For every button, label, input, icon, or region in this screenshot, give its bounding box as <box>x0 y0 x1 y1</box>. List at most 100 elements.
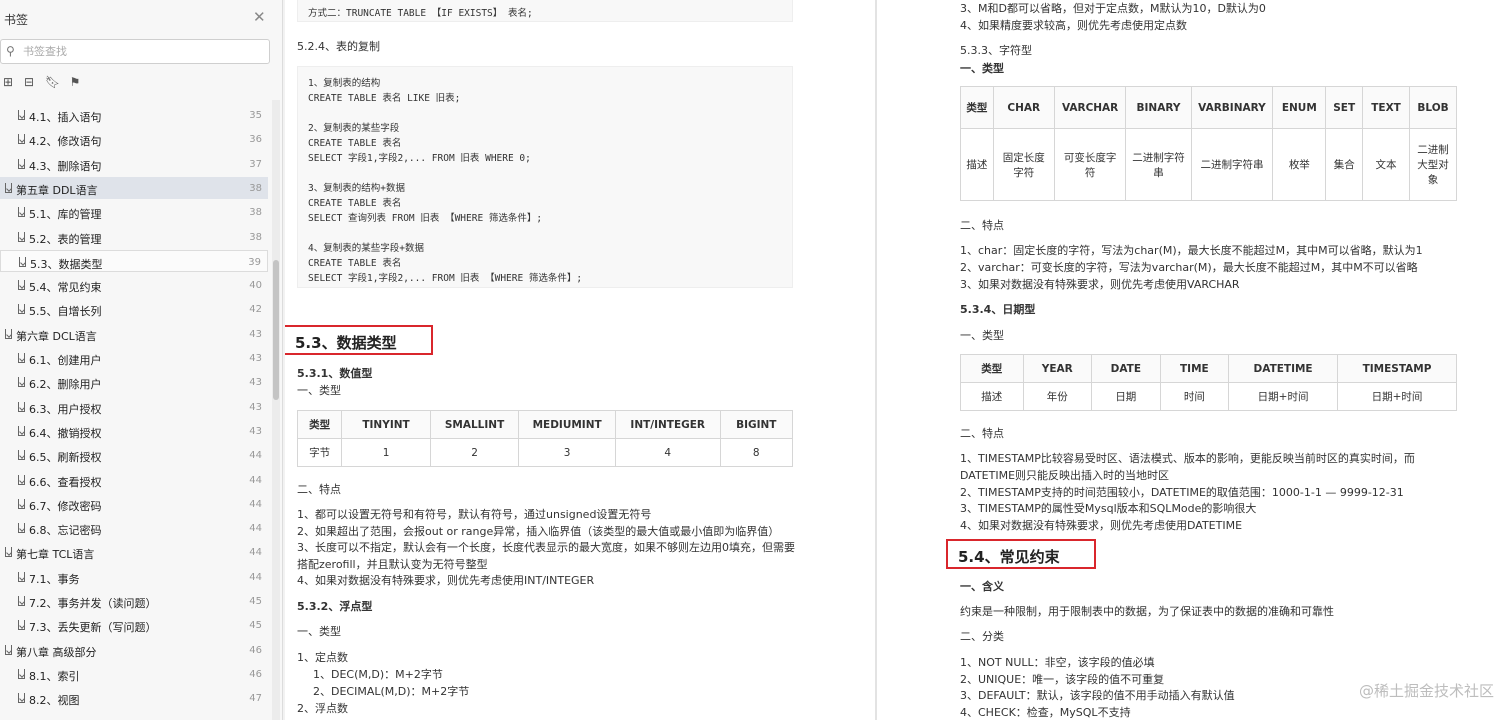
table-header-cell: SET <box>1325 86 1364 129</box>
table-header-cell: INT/INTEGER <box>614 410 721 439</box>
bookmark-icon <box>18 523 25 534</box>
bookmark-item-label: 6.4、撤销授权 <box>29 426 102 440</box>
table-header-cell: TEXT <box>1362 86 1411 129</box>
table-cell: 二进制大型对象 <box>1409 128 1457 201</box>
list-line: 2、TIMESTAMP支持的时间范围较小，DATETIME的取值范围：1000-… <box>960 485 1404 499</box>
bookmark-item[interactable]: 第八章 高级部分 46 <box>0 639 268 661</box>
list-line: 1、定点数 <box>297 651 348 664</box>
add-bookmark-icon[interactable]: 🔖︎ <box>45 74 60 90</box>
table-cell: 文本 <box>1362 128 1411 201</box>
bookmark-icon <box>19 256 26 267</box>
table-cell: 日期+时间 <box>1228 382 1339 411</box>
bookmark-item[interactable]: 5.1、库的管理 38 <box>0 201 268 223</box>
bookmark-item-page: 44 <box>249 498 262 510</box>
bookmark-icon <box>18 401 25 412</box>
bookmark-search-box[interactable]: ⚲ <box>0 39 270 64</box>
list-line: 1、NOT NULL：非空，该字段的值必填 <box>960 656 1155 669</box>
table-cell: 4 <box>614 438 721 467</box>
bookmark-item[interactable]: 7.1、事务 44 <box>0 566 268 588</box>
table-cell: 2 <box>429 438 520 467</box>
table-header-cell: 类型 <box>960 86 994 129</box>
bookmark-item-label: 7.2、事务并发（读问题） <box>29 597 157 610</box>
bookmark-item[interactable]: 4.3、删除语句 37 <box>0 153 268 175</box>
table-header-cell: VARBINARY <box>1190 86 1274 129</box>
bookmark-item[interactable]: 5.3、数据类型 39 <box>0 249 268 272</box>
subsection-heading-5-3-1: 5.3.1、数值型 <box>297 367 373 380</box>
bookmark-item-page: 44 <box>249 547 262 559</box>
table-cell: 字节 <box>296 438 343 467</box>
bookmark-icon <box>18 498 25 509</box>
code-line: SELECT 字段1,字段2,... FROM 旧表 【WHERE 筛选条件】; <box>308 273 583 284</box>
watermark: @稀土掘金技术社区 <box>1358 682 1494 700</box>
section-heading-5-3: 5.3、数据类型 <box>285 325 433 355</box>
subsection-heading-5-3-3: 5.3.3、字符型 <box>960 44 1032 57</box>
bookmark-item-page: 36 <box>249 134 262 146</box>
bookmark-item[interactable]: 第五章 DDL语言 38 <box>0 176 268 199</box>
bookmark-item[interactable]: 6.7、修改密码 44 <box>0 493 268 515</box>
bookmark-icon <box>18 134 25 145</box>
bookmark-item-label: 第八章 高级部分 <box>16 645 97 659</box>
bookmark-item[interactable]: 6.1、创建用户 43 <box>0 347 268 369</box>
bookmark-item-label: 4.3、删除语句 <box>29 159 102 173</box>
table-cell: 二进制字符串 <box>1125 128 1192 201</box>
bookmark-item[interactable]: 6.6、查看授权 44 <box>0 469 268 491</box>
bookmark-icon <box>18 158 25 169</box>
bookmark-item[interactable]: 4.2、修改语句 36 <box>0 128 268 150</box>
code-line: SELECT 字段1,字段2,... FROM 旧表 WHERE 0; <box>308 153 531 164</box>
bookmark-item[interactable]: 4.1、插入语句 35 <box>0 104 268 126</box>
bookmark-item-label: 4.2、修改语句 <box>29 135 102 149</box>
bookmark-icon <box>5 328 12 339</box>
bookmark-item-label: 8.1、索引 <box>29 669 80 683</box>
bookmark-item[interactable]: 8.2、视图 47 <box>0 687 268 709</box>
bookmark-icon <box>18 207 25 218</box>
close-icon[interactable]: ✕ <box>253 9 266 25</box>
table-header-cell: 类型 <box>296 410 343 439</box>
bookmark-item-label: 5.4、常见约束 <box>29 281 102 295</box>
code-line: CREATE TABLE 表名 <box>308 198 402 209</box>
bookmark-item-page: 44 <box>249 571 262 583</box>
table-header-cell: SMALLINT <box>429 410 520 439</box>
bookmark-item-page: 37 <box>249 158 262 170</box>
code-line: SELECT 查询列表 FROM 旧表 【WHERE 筛选条件】; <box>308 213 543 224</box>
bookmark-options-icon[interactable]: ⚑ <box>68 74 82 90</box>
bookmark-item[interactable]: 6.3、用户授权 43 <box>0 396 268 418</box>
bookmark-icon <box>18 377 25 388</box>
bookmark-item[interactable]: 5.2、表的管理 38 <box>0 226 268 248</box>
bookmark-item-label: 6.5、刷新授权 <box>29 451 102 465</box>
bookmark-item[interactable]: 6.2、删除用户 43 <box>0 371 268 393</box>
bookmark-item[interactable]: 5.4、常见约束 40 <box>0 274 268 296</box>
bookmark-icon <box>5 182 12 193</box>
bookmark-item[interactable]: 5.5、自增长列 42 <box>0 298 268 320</box>
bookmark-item[interactable]: 6.8、忘记密码 44 <box>0 517 268 539</box>
expand-all-icon[interactable]: ⊞ <box>1 74 15 90</box>
bookmark-icon <box>18 668 25 679</box>
label-features-date: 二、特点 <box>960 427 1004 440</box>
bookmark-item-page: 44 <box>249 523 262 535</box>
list-line: 3、M和D都可以省略，但对于定点数，M默认为10，D默认为0 <box>960 2 1266 15</box>
code-line: 1、复制表的结构 <box>308 78 381 89</box>
bookmark-item[interactable]: 第六章 DCL语言 43 <box>0 323 268 345</box>
bookmark-item[interactable]: 8.1、索引 46 <box>0 663 268 685</box>
collapse-all-icon[interactable]: ⊟ <box>22 74 36 90</box>
table-header-row: 类型 CHAR VARCHAR BINARY VARBINARY ENUM SET TEXT B… <box>960 86 1457 129</box>
bookmark-item[interactable]: 6.4、撤销授权 43 <box>0 420 268 442</box>
table-header-row: 类型 TINYINT SMALLINT MEDIUMINT INT/INTEGER BIG… <box>296 410 794 439</box>
table-row: 描述 年份 日期 时间 日期+时间 日期+时间 <box>960 382 1457 411</box>
document-page-right: 3、M和D都可以省略，但对于定点数，M默认为10，D默认为0 4、如果精度要求较高… <box>877 0 1512 720</box>
bookmark-search-input[interactable] <box>23 43 263 60</box>
scrollbar-thumb[interactable] <box>273 260 279 400</box>
date-type-table: 类型 YEAR DATE TIME DATETIME TIMESTAMP 描述 年份 日期 时间日… <box>960 354 1457 411</box>
table-header-cell: VARCHAR <box>1053 86 1127 129</box>
table-cell: 1 <box>341 438 431 467</box>
table-header-cell: ENUM <box>1272 86 1327 129</box>
table-cell: 枚举 <box>1272 128 1327 201</box>
bookmark-item[interactable]: 6.5、刷新授权 44 <box>0 444 268 466</box>
bookmark-item[interactable]: 7.3、丢失更新（写问题） 45 <box>0 614 268 636</box>
bookmark-item-page: 44 <box>249 474 262 486</box>
bookmark-item[interactable]: 7.2、事务并发（读问题） 45 <box>0 590 268 612</box>
bookmark-item[interactable]: 第七章 TCL语言 44 <box>0 541 268 563</box>
bookmark-scrollbar[interactable] <box>272 100 280 720</box>
bookmark-item-label: 6.7、修改密码 <box>29 499 102 513</box>
list-line: 搭配zerofill，并且默认变为无符号整型 <box>297 557 488 571</box>
bookmark-item-page: 46 <box>249 668 262 680</box>
